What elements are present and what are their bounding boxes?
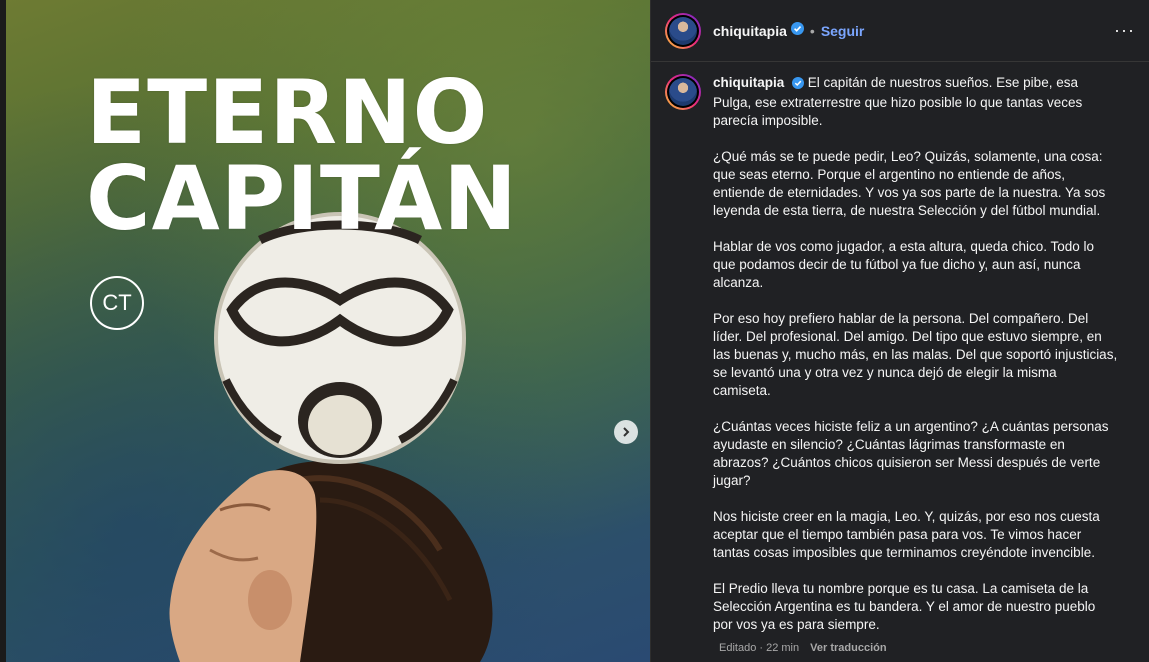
caption-text: chiquitapia El capitán de nuestros sueño…	[713, 74, 1118, 652]
edited-timestamp: Editado · 22 min	[719, 642, 800, 654]
post-side-panel: chiquitapia • Seguir ··· chiquitapia El …	[650, 0, 1149, 662]
verified-badge-icon	[790, 21, 804, 40]
caption-paragraph-6: Nos hiciste creer en la magia, Leo. Y, q…	[713, 509, 1100, 560]
caption-paragraph-2: ¿Qué más se te puede pedir, Leo? Quizás,…	[713, 149, 1106, 218]
caption-paragraph-3: Hablar de vos como jugador, a esta altur…	[713, 239, 1094, 290]
header-username[interactable]: chiquitapia	[713, 23, 787, 39]
more-options-icon[interactable]: ···	[1114, 20, 1135, 41]
ct-logo-badge: CT	[90, 276, 144, 330]
follow-button[interactable]: Seguir	[821, 23, 865, 39]
separator-dot: •	[809, 22, 815, 39]
caption-paragraph-7: El Predio lleva tu nombre porque es tu c…	[713, 581, 1096, 632]
caption-area: chiquitapia El capitán de nuestros sueño…	[651, 62, 1149, 652]
title-line-2: CAPITÁN	[86, 147, 518, 250]
title-line-1: ETERNO	[86, 61, 489, 164]
left-edge-shadow	[0, 0, 6, 662]
post-image[interactable]: ETERNO CAPITÁN CT	[0, 0, 650, 662]
avatar[interactable]	[665, 12, 701, 49]
caption-paragraph-5: ¿Cuántas veces hiciste feliz a un argent…	[713, 419, 1109, 488]
caption-paragraph-4: Por eso hoy prefiero hablar de la person…	[713, 311, 1118, 398]
post-header: chiquitapia • Seguir ···	[651, 0, 1149, 62]
player-heading-ball-photo	[169, 212, 493, 662]
next-image-button[interactable]	[614, 420, 638, 444]
see-translation-link[interactable]: Ver traducción	[810, 642, 886, 654]
post-meta: Editado · 22 min Ver traducción	[719, 642, 887, 654]
image-title: ETERNO CAPITÁN	[86, 61, 518, 250]
chevron-right-icon	[623, 427, 630, 437]
post-viewer: ETERNO CAPITÁN CT chiquitapia • Seguir ·…	[0, 0, 1149, 662]
caption-paragraph: chiquitapia El capitán de nuestros sueño…	[713, 74, 1118, 130]
caption-username[interactable]: chiquitapia	[713, 75, 784, 90]
verified-badge-icon	[792, 76, 805, 94]
caption-avatar[interactable]	[665, 74, 701, 110]
